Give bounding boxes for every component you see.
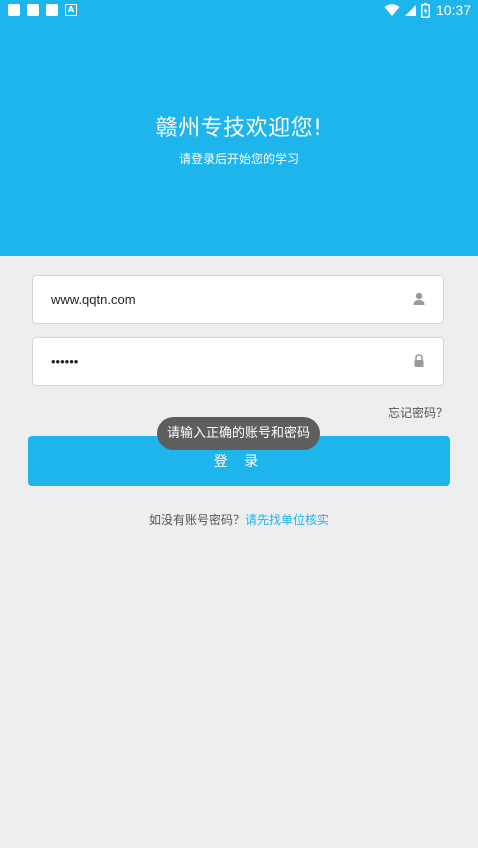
status-bar: A 10:37 — [0, 0, 478, 22]
error-toast: 请输入正确的账号和密码 — [157, 417, 320, 450]
forgot-password-link[interactable]: 忘记密码？ — [388, 404, 448, 421]
notification-square-icon — [46, 4, 58, 16]
account-hint: 如没有账号密码？请先找单位核实 — [0, 511, 478, 528]
wifi-icon — [384, 3, 400, 16]
status-time: 10:37 — [435, 2, 471, 18]
status-bar-left: A — [8, 4, 77, 16]
verify-unit-link[interactable]: 请先找单位核实 — [245, 513, 329, 527]
header-banner: A 10:37 赣州专技欢迎您! 请登录后开始您的学习 — [0, 0, 478, 256]
welcome-title: 赣州专技欢迎您! — [155, 116, 323, 141]
account-hint-text: 如没有账号密码？ — [148, 513, 245, 527]
password-field[interactable] — [32, 337, 444, 386]
notification-square-icon — [8, 4, 20, 16]
password-input[interactable] — [51, 338, 391, 385]
cell-signal-icon — [404, 4, 416, 16]
username-input[interactable] — [51, 276, 391, 323]
status-bar-right: 10:37 — [384, 2, 471, 18]
a-letter-icon: A — [65, 4, 77, 16]
username-field[interactable] — [32, 275, 444, 324]
lock-icon — [414, 354, 424, 367]
welcome-subtitle: 请登录后开始您的学习 — [178, 152, 299, 166]
user-icon — [413, 292, 425, 305]
battery-icon — [420, 2, 430, 18]
notification-square-icon — [27, 4, 39, 16]
